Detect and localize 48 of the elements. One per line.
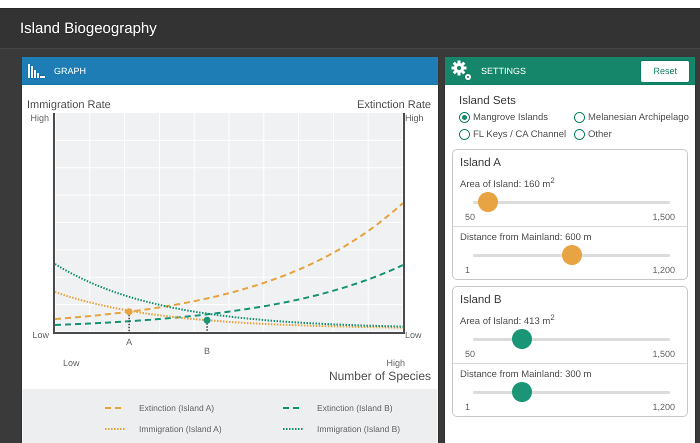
panel-title: SETTINGS (481, 66, 526, 76)
slider-max: 1,200 (652, 402, 675, 412)
slider-label: Area of Island: 160 m$^{2}$ (460, 176, 556, 190)
legend-label: Immigration (Island A) (139, 424, 222, 434)
reset-button[interactable]: Reset (641, 60, 689, 82)
marker-label: B (204, 346, 210, 356)
radio-button[interactable] (574, 129, 585, 140)
slider-min: 50 (465, 349, 476, 360)
radio-button[interactable] (459, 129, 470, 140)
slider-max: 1,200 (652, 265, 675, 276)
axis-title: Extinction Rate (357, 99, 431, 111)
bar-chart-icon (28, 63, 46, 79)
slider-min: 1 (465, 265, 470, 276)
slider-max: 1,500 (652, 212, 675, 222)
axis-label: High (405, 113, 424, 123)
slider-thumb[interactable] (478, 192, 498, 212)
gear-icon (451, 60, 473, 82)
window-title: Island Biogeography (20, 20, 157, 36)
island-set-option[interactable]: Mangrove Islands (459, 112, 574, 123)
legend-label: Extinction (Island B) (317, 402, 393, 412)
panel-title: GRAPH (54, 66, 86, 76)
slider-thumb[interactable] (512, 329, 532, 350)
slider-min: 50 (465, 212, 476, 222)
axis-title: Immigration Rate (27, 99, 111, 111)
slider-min: 1 (465, 402, 470, 412)
island-set-option[interactable]: Other (574, 129, 689, 140)
axis-label: Low (405, 330, 422, 340)
slider-max: 1,500 (652, 349, 675, 360)
slider-label: Distance from Mainland: 600 m (460, 232, 592, 244)
island-name: Island A (459, 156, 502, 171)
radio-button[interactable] (574, 112, 585, 123)
island-name: Island B (459, 293, 503, 308)
section-title: Island Sets (458, 94, 517, 109)
axis-label: Low (63, 358, 80, 368)
marker-label: A (126, 337, 132, 347)
legend-label: Extinction (Island A) (139, 402, 214, 412)
slider-label: Distance from Mainland: 300 m (460, 369, 592, 380)
axis-title: Number of Species (328, 369, 431, 383)
island-set-option[interactable]: Melanesian Archipelago (574, 112, 689, 123)
island-set-option[interactable]: FL Keys / CA Channel (459, 129, 574, 140)
legend-label: Immigration (Island B) (317, 424, 400, 434)
slider-thumb[interactable] (562, 245, 582, 266)
slider-label: Area of Island: 413 m$^{2}$ (460, 313, 556, 328)
axis-label: Low (32, 330, 49, 340)
axis-label: High (386, 358, 405, 368)
radio-button[interactable] (459, 112, 470, 123)
slider-thumb[interactable] (512, 382, 532, 402)
axis-label: High (30, 113, 49, 123)
